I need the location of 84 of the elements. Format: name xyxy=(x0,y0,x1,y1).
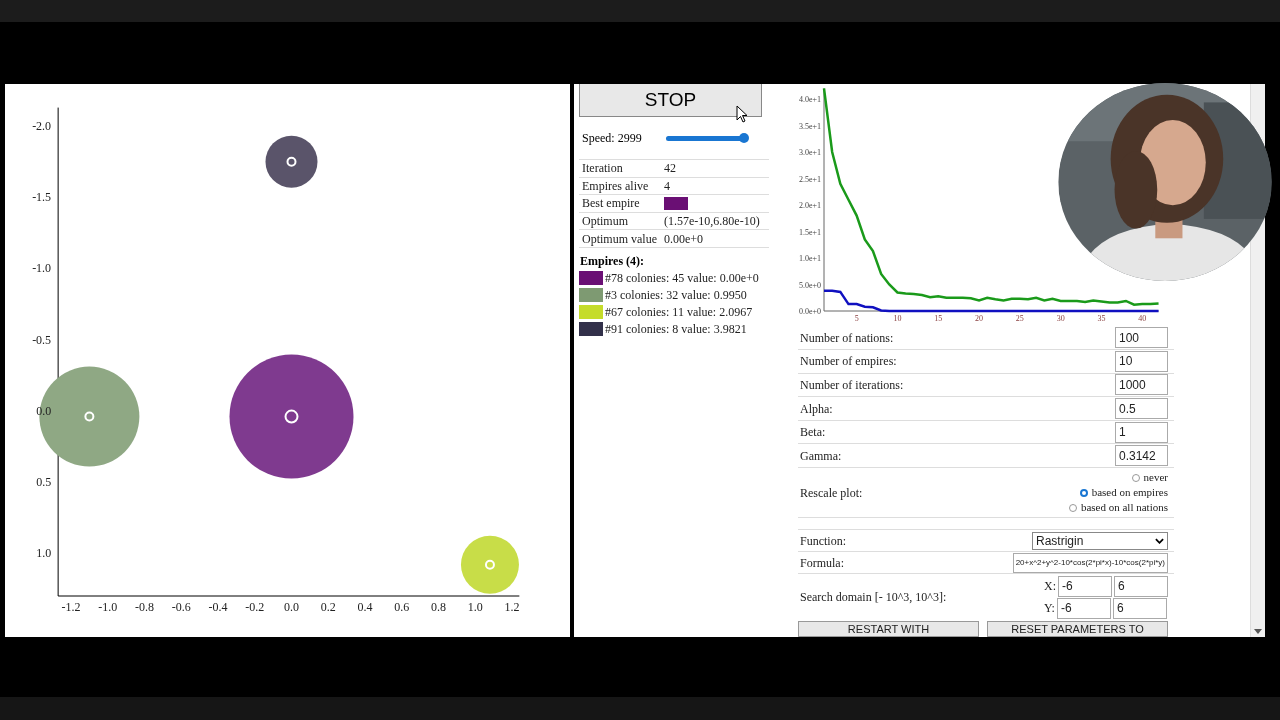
parameter-label: Alpha: xyxy=(799,400,833,418)
action-button[interactable]: RESTART WITH xyxy=(798,621,979,637)
empire-label: #78 colonies: 45 value: 0.00e+0 xyxy=(605,270,759,288)
x-tick-label: -1.0 xyxy=(98,600,118,614)
x-tick-label: 0.8 xyxy=(431,600,446,614)
empire-label: #67 colonies: 11 value: 2.0967 xyxy=(605,304,753,322)
parameter-input[interactable]: 0.3142 xyxy=(1115,445,1168,467)
empire-label: #91 colonies: 8 value: 3.9821 xyxy=(605,321,747,339)
scroll-down-icon[interactable] xyxy=(1254,629,1262,634)
y-tick-label: -2.0 xyxy=(32,119,52,134)
parameter-label: Beta: xyxy=(799,424,826,442)
x-tick-label: 1.2 xyxy=(504,600,520,614)
stat-label: Iteration xyxy=(581,160,624,178)
y-tick-label: -1.0 xyxy=(32,261,52,276)
parameter-input[interactable]: 10 xyxy=(1115,350,1168,372)
stat-label: Optimum value xyxy=(581,230,658,248)
action-button[interactable]: RESET PARAMETERS TO xyxy=(987,621,1168,637)
parameter-label: Number of nations: xyxy=(799,329,894,347)
formula-input[interactable]: 20+x^2+y^2-10*cos(2*pi*x)-10*cos(2*pi*y) xyxy=(1012,552,1168,573)
function-select[interactable]: Rastrigin xyxy=(1032,531,1168,550)
y-tick-label: 0.5 xyxy=(36,475,52,490)
parameter-label: Number of empires: xyxy=(799,353,897,371)
x-tick-label: 40 xyxy=(1138,314,1147,323)
stat-label: Optimum xyxy=(581,213,629,231)
axis-label: X: xyxy=(1044,578,1056,595)
x-tick-label: -0.2 xyxy=(245,600,265,614)
y-tick-label: 3.0e+1 xyxy=(798,148,821,157)
x-tick-label: 25 xyxy=(1015,314,1024,323)
x-tick-label: -0.8 xyxy=(135,600,154,614)
x-tick-label: -0.4 xyxy=(208,600,228,614)
y-tick-label: 1.0 xyxy=(36,546,52,561)
y-tick-label: -1.5 xyxy=(32,190,52,205)
chevron-icon xyxy=(1155,537,1164,544)
x-tick-label: 1.0 xyxy=(467,600,483,614)
function-label: Function: xyxy=(799,532,846,550)
parameter-input[interactable]: 0.5 xyxy=(1115,398,1168,419)
x-tick-label: 0.4 xyxy=(357,600,373,614)
x-tick-label: 5 xyxy=(854,314,859,323)
y-tick-label: -0.5 xyxy=(32,332,52,347)
y-tick-label: 1.5e+1 xyxy=(798,227,821,237)
rescale-option[interactable]: never xyxy=(1131,470,1168,485)
x-tick-label: 0.6 xyxy=(394,600,410,614)
y-tick-label: 4.0e+1 xyxy=(798,95,821,104)
stat-label: Empires alive xyxy=(581,177,650,195)
stat-label: Best empire xyxy=(581,195,641,213)
domain-min-input[interactable]: -6 xyxy=(1058,575,1112,597)
rescale-option[interactable]: based on empires xyxy=(1079,485,1168,500)
y-tick-label: 0.0e+0 xyxy=(798,307,821,316)
x-tick-label: 35 xyxy=(1097,314,1106,323)
axis-label: Y: xyxy=(1044,600,1055,617)
parameter-label: Number of iterations: xyxy=(799,376,904,394)
x-tick-label: 15 xyxy=(934,314,943,323)
stat-value: (1.57e-10,6.80e-10) xyxy=(664,213,760,231)
y-tick-label: 2.5e+1 xyxy=(798,174,821,184)
parameter-label: Gamma: xyxy=(799,447,842,465)
speed-slider[interactable] xyxy=(666,132,746,144)
empire-label: #3 colonies: 32 value: 0.9950 xyxy=(605,287,747,305)
stat-value: 42 xyxy=(664,160,676,178)
rescale-label: Rescale plot: xyxy=(799,484,863,502)
parameter-input[interactable]: 1000 xyxy=(1115,374,1168,396)
x-tick-label: 10 xyxy=(893,314,902,323)
cursor-icon xyxy=(736,105,748,123)
x-tick-label: 20 xyxy=(975,314,984,323)
stat-value: 0.00e+0 xyxy=(664,230,704,248)
y-tick-label: 3.5e+1 xyxy=(798,121,821,131)
x-tick-label: 0.0 xyxy=(284,600,299,614)
domain-label: Search domain [- 10^3, 10^3]: xyxy=(799,589,947,606)
parameter-input[interactable]: 1 xyxy=(1115,421,1168,443)
y-tick-label: 5.0e+0 xyxy=(798,280,821,290)
x-tick-label: 0.2 xyxy=(320,600,336,614)
y-tick-label: 1.0e+1 xyxy=(798,254,821,263)
domain-min-input[interactable]: -6 xyxy=(1056,597,1111,619)
domain-max-input[interactable]: 6 xyxy=(1112,597,1167,619)
stat-value: 4 xyxy=(664,177,670,195)
formula-label: Formula: xyxy=(799,554,844,572)
empires-title: Empires (4): xyxy=(580,252,646,270)
speed-label: Speed: 2999 xyxy=(582,130,643,147)
y-tick-label: 2.0e+1 xyxy=(798,201,821,210)
rescale-option[interactable]: based on all nations xyxy=(1068,500,1168,515)
parameter-input[interactable]: 100 xyxy=(1115,327,1168,349)
x-tick-label: 30 xyxy=(1056,314,1065,323)
domain-max-input[interactable]: 6 xyxy=(1114,575,1168,597)
x-tick-label: -1.2 xyxy=(61,600,81,614)
x-tick-label: -0.6 xyxy=(171,600,191,614)
